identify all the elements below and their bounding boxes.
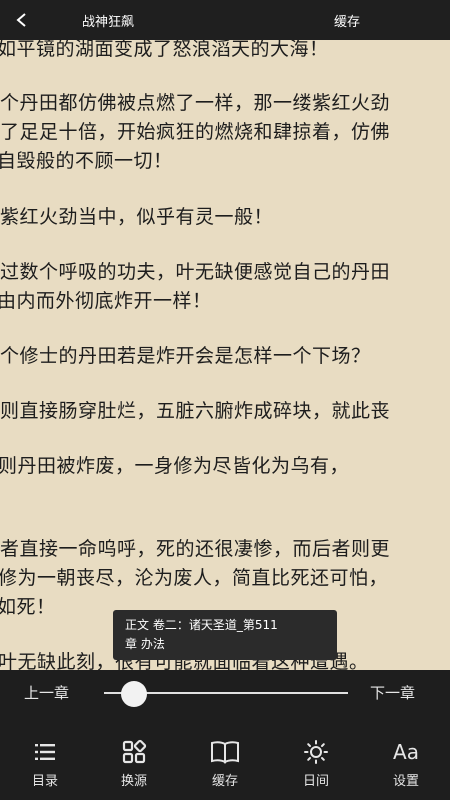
chapter-tooltip-line: 章 办法	[125, 637, 165, 651]
chapter-tooltip: 正文 卷二：诸天圣道_第511 章 办法	[113, 610, 337, 660]
list-icon	[35, 744, 55, 760]
nav-day-mode[interactable]: 日间	[284, 734, 348, 794]
font-settings-icon: Aa	[393, 740, 419, 764]
back-button[interactable]	[8, 6, 36, 34]
text-line: 自毁般的不顾一切！	[0, 150, 173, 172]
sun-icon	[304, 740, 328, 764]
cache-button[interactable]: 缓存	[334, 11, 360, 30]
text-line: 者直接一命呜呼，死的还很凄惨，而后者则更	[0, 538, 391, 560]
next-chapter-button[interactable]: 下一章	[370, 682, 415, 703]
nav-label: 日间	[302, 774, 329, 789]
prev-chapter-button[interactable]: 上一章	[24, 682, 69, 703]
text-line: 了足足十倍，开始疯狂的燃烧和肆掠着，仿佛	[0, 121, 391, 143]
bottom-nav: 目录 换源 缓存 日间 Aa 设置	[0, 734, 450, 800]
reader-controls: 上一章 下一章 目录 换源 缓存 日间 Aa 设置	[0, 670, 450, 800]
chapter-tooltip-line: 正文 卷二：诸天圣道_第511	[125, 618, 278, 632]
nav-settings[interactable]: Aa 设置	[374, 734, 438, 794]
reading-area[interactable]: 如平镜的湖面变成了怒浪滔天的大海！ 个丹田都仿佛被点燃了一样，那一缕紫红火劲 了…	[0, 40, 450, 680]
text-line: 如平镜的湖面变成了怒浪滔天的大海！	[0, 40, 329, 60]
nav-label: 设置	[392, 774, 419, 789]
text-line: 过数个呼吸的功夫，叶无缺便感觉自己的丹田	[0, 261, 391, 283]
nav-label: 目录	[31, 774, 58, 789]
switch-source-icon	[122, 739, 147, 764]
text-line: 紫红火劲当中，似乎有灵一般！	[0, 206, 274, 228]
nav-catalog[interactable]: 目录	[13, 734, 77, 794]
slider-thumb[interactable]	[121, 681, 148, 707]
top-bar: 战神狂飙 缓存	[0, 0, 450, 40]
nav-label: 换源	[120, 774, 147, 789]
text-line: 修为一朝丧尽，沦为废人，简直比死还可怕，	[0, 567, 389, 589]
text-line: 如死！	[0, 596, 56, 618]
book-title: 战神狂飙	[82, 15, 135, 30]
nav-cache[interactable]: 缓存	[193, 734, 257, 794]
book-icon	[211, 741, 239, 764]
text-line: 则丹田被炸废，一身修为尽皆化为乌有，	[0, 455, 350, 477]
text-line: 则直接肠穿肚烂，五脏六腑炸成碎块，就此丧	[0, 400, 391, 422]
chevron-left-icon	[16, 13, 26, 27]
text-line: 个丹田都仿佛被点燃了一样，那一缕紫红火劲	[0, 92, 391, 114]
nav-switch-source[interactable]: 换源	[102, 734, 166, 794]
nav-label: 缓存	[211, 774, 238, 789]
text-line: 个修士的丹田若是炸开会是怎样一个下场？	[0, 345, 371, 367]
text-line: 由内而外彻底炸开一样！	[0, 290, 212, 312]
